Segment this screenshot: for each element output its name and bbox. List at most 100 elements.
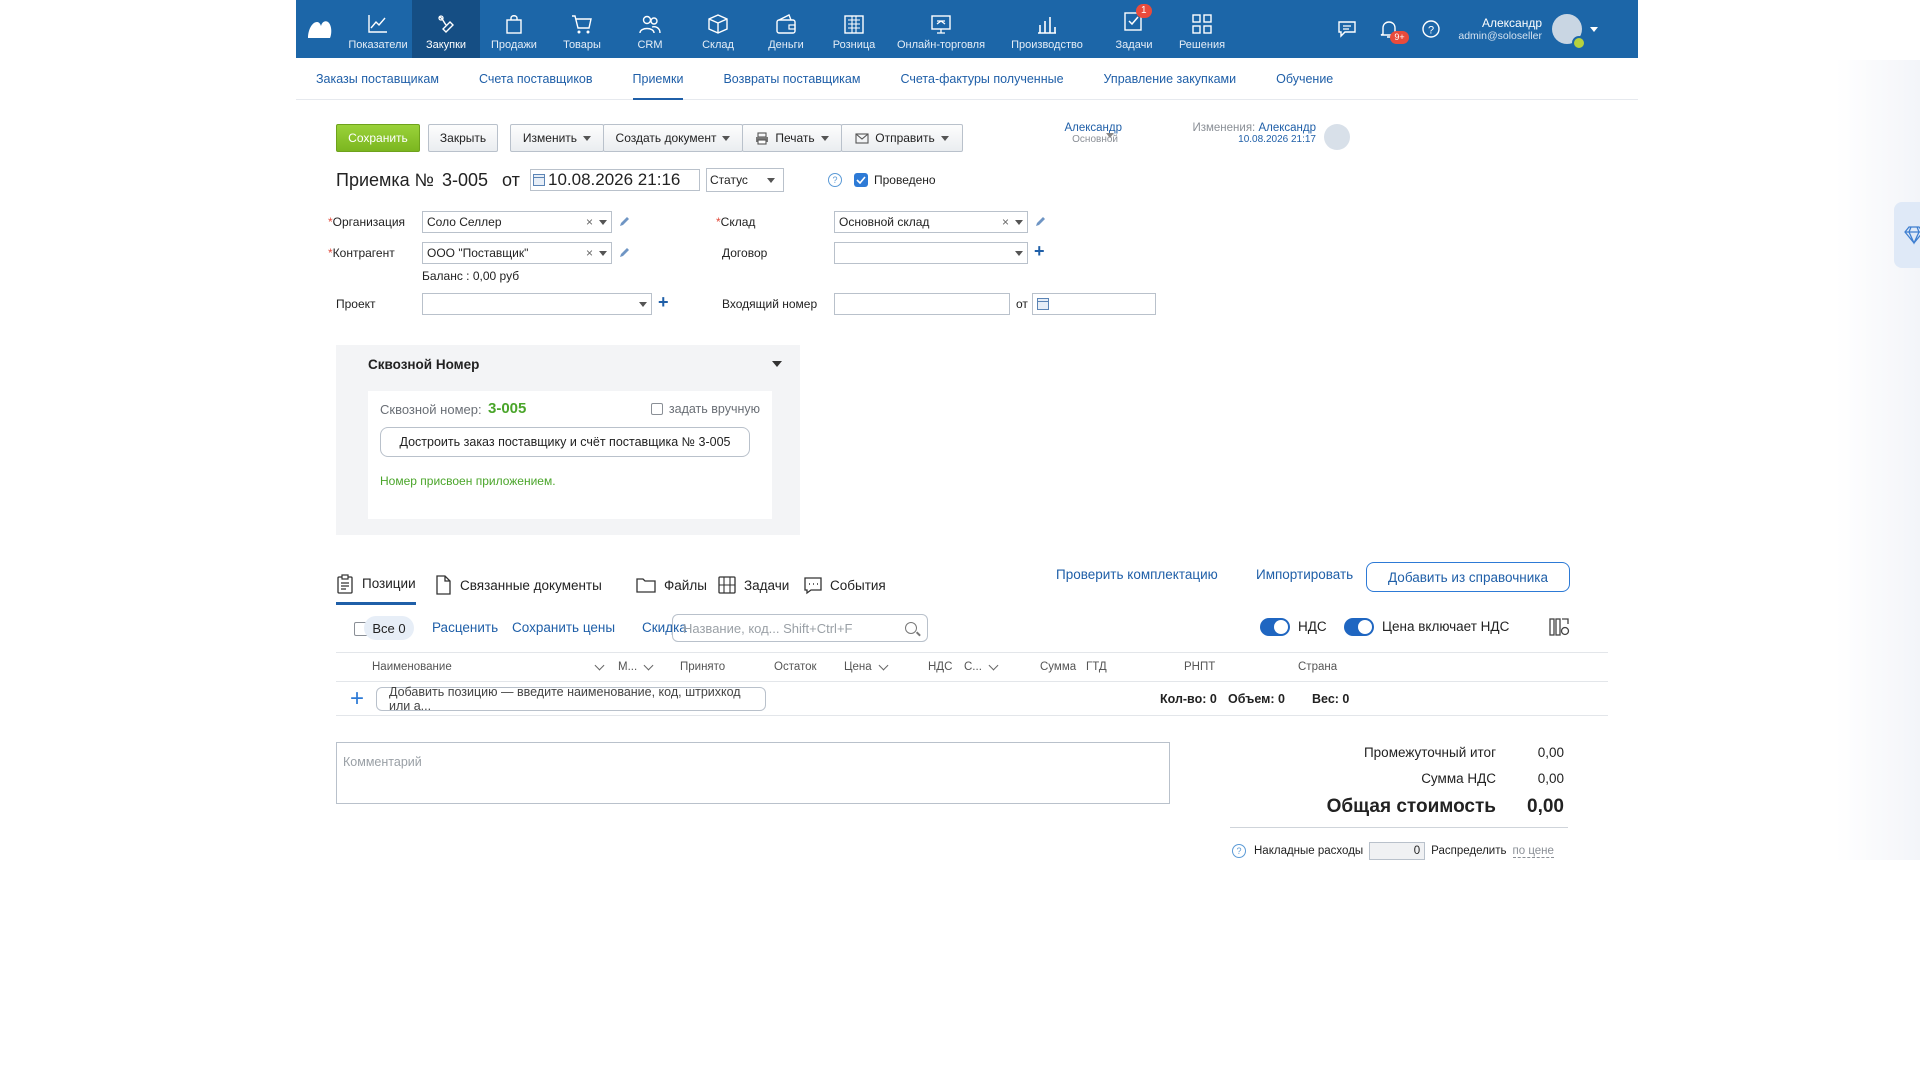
add-contract-plus-icon[interactable]: +	[1034, 242, 1045, 260]
edit-pencil-icon[interactable]	[1034, 216, 1046, 228]
vat-toggle[interactable]	[1260, 618, 1290, 636]
col-gtd[interactable]: ГТД	[1086, 661, 1107, 673]
chevron-down-icon[interactable]	[1015, 250, 1023, 256]
search-icon[interactable]	[905, 622, 917, 634]
subnav-receipts[interactable]: Приемки	[632, 58, 684, 100]
incoming-date-input[interactable]	[1032, 293, 1156, 315]
print-button[interactable]: Печать	[742, 124, 842, 152]
chat-button[interactable]	[1326, 20, 1368, 38]
chevron-down-icon[interactable]	[639, 301, 647, 307]
overhead-input[interactable]: 0	[1369, 842, 1426, 860]
help-icon[interactable]: ?	[828, 173, 842, 187]
positions-search-input[interactable]: Название, код... Shift+Ctrl+F	[672, 614, 928, 642]
chevron-down-icon[interactable]	[594, 660, 605, 671]
project-field[interactable]	[422, 293, 652, 315]
contract-field[interactable]	[834, 242, 1028, 264]
tab-positions[interactable]: Позиции	[336, 565, 416, 605]
nav-dashboard[interactable]: Показатели	[344, 0, 412, 58]
column-settings-icon[interactable]	[1548, 616, 1570, 638]
chevron-down-icon[interactable]	[599, 219, 607, 225]
subnav-supplier-returns[interactable]: Возвраты поставщикам	[723, 58, 860, 100]
nav-solutions[interactable]: Решения	[1168, 0, 1236, 58]
send-button[interactable]: Отправить	[841, 124, 963, 152]
col-country[interactable]: Страна	[1298, 661, 1337, 673]
user-menu-caret-icon[interactable]	[1590, 26, 1598, 32]
all-filter-pill[interactable]: Все 0	[364, 616, 414, 640]
status-select[interactable]: Статус	[706, 168, 784, 192]
chevron-down-icon[interactable]	[1015, 219, 1023, 225]
calendar-icon[interactable]	[1037, 298, 1049, 310]
contractor-field[interactable]: ООО "Поставщик" ×	[422, 242, 612, 264]
nav-warehouse[interactable]: Склад	[684, 0, 752, 58]
import-link[interactable]: Импортировать	[1256, 567, 1353, 582]
col-accepted[interactable]: Принято	[680, 661, 725, 673]
nav-retail[interactable]: Розница	[820, 0, 888, 58]
through-number-header[interactable]: Сквозной Номер	[368, 357, 479, 372]
org-field[interactable]: Соло Селлер ×	[422, 211, 612, 233]
subnav-purchase-management[interactable]: Управление закупками	[1104, 58, 1237, 100]
tab-events[interactable]: События	[804, 565, 886, 605]
calendar-icon[interactable]	[533, 174, 545, 186]
add-position-plus-icon[interactable]: +	[350, 685, 364, 713]
user-avatar[interactable]	[1552, 14, 1586, 50]
tab-linked-docs[interactable]: Связанные документы	[434, 565, 602, 605]
nav-online-trade[interactable]: Онлайн-торговля	[888, 0, 994, 58]
help-icon[interactable]: ?	[1232, 844, 1246, 858]
subnav-learning[interactable]: Обучение	[1276, 58, 1333, 100]
doc-number[interactable]: 3-005	[442, 170, 488, 191]
collapse-triangle-icon[interactable]	[772, 361, 782, 367]
nav-purchases[interactable]: Закупки	[412, 0, 480, 58]
incoming-number-input[interactable]	[834, 293, 1010, 315]
save-button[interactable]: Сохранить	[336, 124, 420, 152]
user-info[interactable]: Александр admin@soloseller	[1458, 16, 1542, 42]
subnav-received-invoices[interactable]: Счета-фактуры полученные	[900, 58, 1063, 100]
add-position-input[interactable]: Добавить позицию — введите наименование,…	[376, 685, 766, 713]
changes-author[interactable]: Александр	[1258, 122, 1316, 134]
change-button[interactable]: Изменить	[510, 124, 604, 152]
create-document-button[interactable]: Создать документ	[603, 124, 743, 152]
nav-goods[interactable]: Товары	[548, 0, 616, 58]
manual-checkbox[interactable]: задать вручную	[650, 402, 760, 416]
col-sum[interactable]: Сумма	[1040, 661, 1076, 673]
clear-icon[interactable]: ×	[586, 215, 593, 229]
edit-pencil-icon[interactable]	[618, 216, 630, 228]
doc-date-input[interactable]: 10.08.2026 21:16	[530, 169, 700, 191]
chevron-down-icon[interactable]	[599, 250, 607, 256]
complete-orders-button[interactable]: Достроить заказ поставщику и счёт постав…	[380, 427, 750, 457]
notifications-button[interactable]: 9+	[1368, 19, 1410, 44]
clear-icon[interactable]: ×	[586, 246, 593, 260]
owner-chevron-icon[interactable]	[1106, 133, 1114, 138]
nav-sales[interactable]: Продажи	[480, 0, 548, 58]
tab-tasks[interactable]: Задачи	[718, 565, 789, 605]
nav-money[interactable]: Деньги	[752, 0, 820, 58]
edit-pencil-icon[interactable]	[618, 247, 630, 259]
tab-files[interactable]: Файлы	[636, 565, 707, 605]
nav-production[interactable]: Производство	[994, 0, 1100, 58]
nav-crm[interactable]: CRM	[616, 0, 684, 58]
add-project-plus-icon[interactable]: +	[658, 293, 669, 311]
subnav-supplier-invoices[interactable]: Счета поставщиков	[479, 58, 593, 100]
save-prices-link[interactable]: Сохранить цены	[512, 620, 615, 635]
posted-checkbox[interactable]: Проведено	[854, 173, 936, 187]
clear-icon[interactable]: ×	[1002, 215, 1009, 229]
close-button[interactable]: Закрыть	[428, 124, 498, 152]
check-completeness-link[interactable]: Проверить комплектацию	[1056, 567, 1218, 582]
col-price[interactable]: Цена	[844, 660, 889, 673]
help-button[interactable]: ?	[1410, 19, 1452, 39]
premium-side-button[interactable]	[1894, 202, 1920, 268]
col-name[interactable]: Наименование	[372, 661, 452, 673]
add-from-catalog-button[interactable]: Добавить из справочника	[1366, 562, 1570, 592]
app-logo[interactable]	[296, 0, 344, 58]
col-vat-sum[interactable]: С...	[964, 660, 999, 673]
reprice-link[interactable]: Расценить	[432, 620, 498, 635]
warehouse-field[interactable]: Основной склад ×	[834, 211, 1028, 233]
col-remainder[interactable]: Остаток	[774, 661, 817, 673]
col-vat[interactable]: НДС	[928, 661, 952, 673]
col-rnpt[interactable]: РНПТ	[1184, 661, 1215, 673]
subnav-supplier-orders[interactable]: Заказы поставщикам	[316, 58, 439, 100]
nav-tasks[interactable]: 1 Задачи	[1100, 0, 1168, 58]
col-unit[interactable]: М...	[618, 660, 654, 673]
price-includes-vat-toggle[interactable]	[1344, 618, 1374, 636]
comment-textarea[interactable]: Комментарий	[336, 742, 1170, 804]
distribute-by-link[interactable]: по цене	[1512, 845, 1554, 858]
